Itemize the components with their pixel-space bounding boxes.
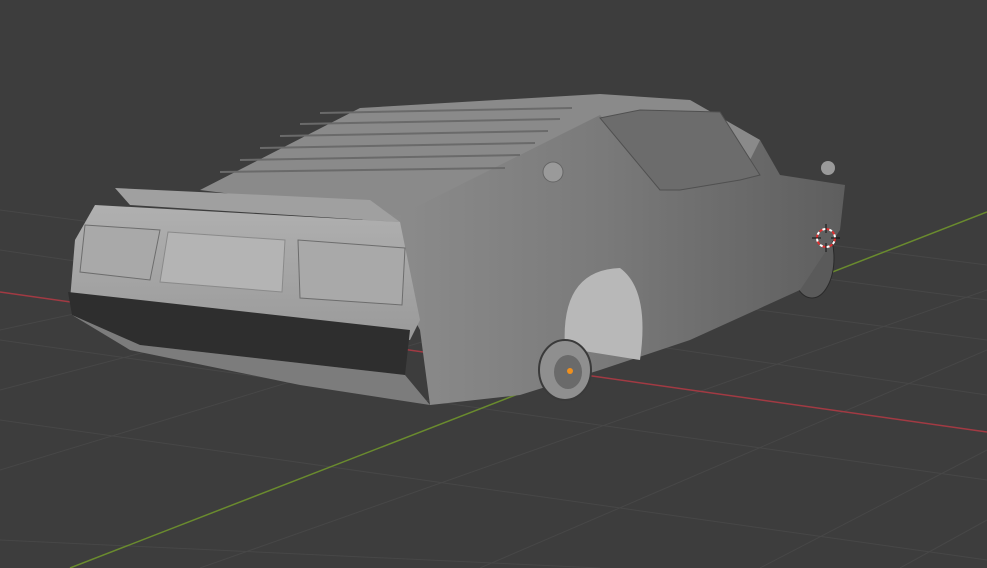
right-taillight	[297, 239, 406, 306]
side-mirror	[821, 161, 835, 175]
object-origin-icon	[567, 368, 573, 374]
car-model[interactable]	[68, 94, 845, 405]
license-plate-area	[159, 231, 286, 293]
fuel-cap	[542, 161, 564, 183]
left-taillight	[79, 224, 161, 281]
3d-viewport[interactable]	[0, 0, 987, 568]
viewport-canvas[interactable]	[0, 0, 987, 568]
